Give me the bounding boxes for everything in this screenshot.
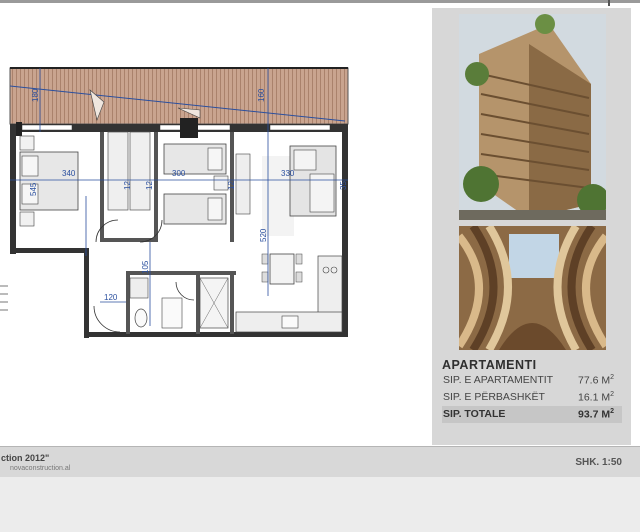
- area-row-total: SIP. TOTALE 93.7 M2: [442, 406, 622, 423]
- building-exterior-image: [459, 14, 606, 220]
- dining-table: [269, 253, 295, 285]
- title-block-footer: ction 2012" novaconstruction.al SHK. 1:5…: [0, 446, 640, 477]
- area-label: SIP. TOTALE: [443, 408, 506, 420]
- footer-website: novaconstruction.al: [10, 465, 71, 472]
- area-label: SIP. E APARTAMENTIT: [443, 374, 554, 386]
- area-summary: APARTAMENTI SIP. E APARTAMENTIT 77.6 M2 …: [442, 358, 622, 423]
- plan-sheet: 180 160 340 300 330 545 12 12 12 35 520 …: [0, 0, 640, 477]
- apartment-title: APARTAMENTI: [442, 358, 537, 372]
- drawing-scale: SHK. 1:50: [575, 457, 622, 468]
- dim-label: 340: [62, 169, 76, 178]
- area-row-apartment: SIP. E APARTAMENTIT 77.6 M2: [442, 372, 622, 389]
- top-border: [0, 0, 640, 3]
- dim-label: 12: [123, 181, 132, 190]
- footer-company: ction 2012": [1, 453, 50, 463]
- info-panel: APARTAMENTI SIP. E APARTAMENTIT 77.6 M2 …: [432, 8, 631, 445]
- dim-label: 180: [31, 88, 40, 102]
- dim-label: 300: [172, 169, 186, 178]
- dim-label: 330: [281, 169, 295, 178]
- dim-label: 12: [227, 181, 236, 190]
- area-value: 16.1 M2: [577, 391, 614, 404]
- dim-label: 35: [339, 181, 348, 190]
- dim-label: 120: [104, 293, 118, 302]
- area-row-common: SIP. E PËRBASHKËT 16.1 M2: [442, 389, 622, 406]
- dim-label: 520: [259, 228, 268, 242]
- dim-label: 545: [29, 182, 38, 196]
- floor-plan-drawing: 180 160 340 300 330 545 12 12 12 35 520 …: [9, 67, 349, 338]
- area-label: SIP. E PËRBASHKËT: [443, 391, 545, 403]
- area-value: 93.7 M2: [577, 408, 614, 421]
- edge-marker: [0, 285, 8, 311]
- dim-label: 105: [141, 260, 150, 274]
- top-tick-mark: [608, 0, 610, 6]
- toilet: [134, 308, 148, 328]
- dim-label: 160: [257, 88, 266, 102]
- dim-label: 12: [145, 181, 154, 190]
- courtyard-image: [459, 226, 606, 350]
- area-value: 77.6 M2: [577, 374, 614, 387]
